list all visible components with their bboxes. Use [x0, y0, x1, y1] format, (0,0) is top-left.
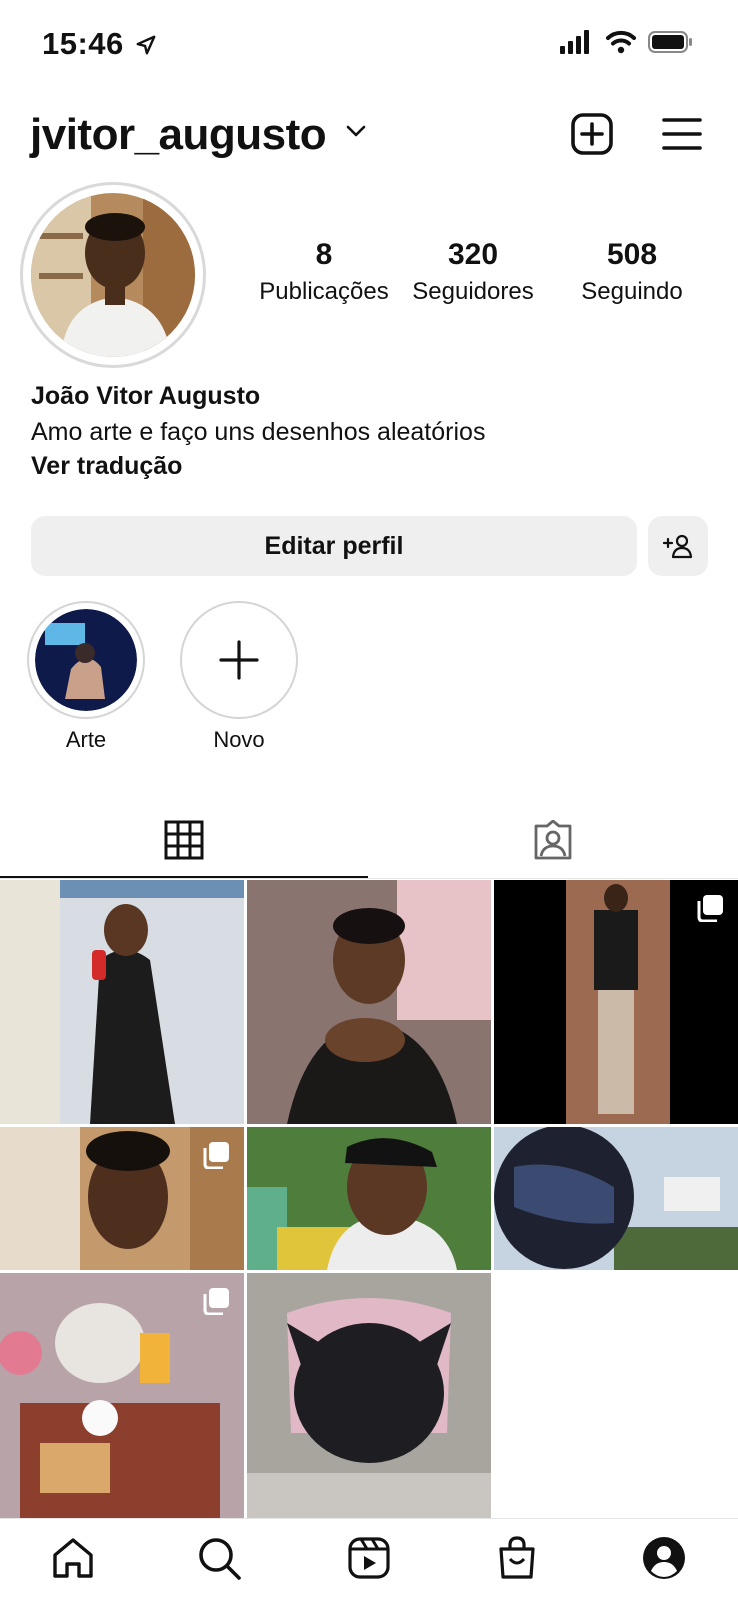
- status-icons: [560, 30, 694, 54]
- multiple-posts-icon: [203, 1142, 229, 1169]
- reels-icon: [348, 1537, 390, 1579]
- highlight-label: Novo: [213, 727, 265, 752]
- following-count: 508: [606, 238, 658, 271]
- tabs-divider: [0, 878, 738, 879]
- add-person-icon: [663, 534, 693, 559]
- following-label: Seguindo: [581, 278, 683, 305]
- bio-text: Amo arte e faço uns desenhos aleatórios: [31, 418, 486, 446]
- post-thumbnail[interactable]: [247, 880, 491, 1124]
- followers-count: 320: [447, 238, 499, 271]
- nav-shop[interactable]: [491, 1532, 543, 1584]
- plus-icon: [219, 640, 259, 680]
- stat-followers[interactable]: 320 Seguidores: [398, 238, 548, 306]
- posts-count: 8: [315, 238, 333, 271]
- signal-icon: [560, 30, 589, 54]
- nav-search[interactable]: [193, 1532, 245, 1584]
- highlight-ring: [27, 601, 145, 719]
- location-arrow-icon: [136, 35, 156, 55]
- tab-posts-grid[interactable]: [0, 800, 368, 880]
- nav-reels[interactable]: [343, 1532, 395, 1584]
- shop-icon: [499, 1536, 535, 1579]
- chevron-down-icon[interactable]: [346, 124, 366, 138]
- posts-label: Publicações: [259, 278, 389, 305]
- plus-square-icon[interactable]: [570, 112, 614, 156]
- battery-icon: [648, 31, 692, 53]
- grid-icon: [164, 820, 204, 860]
- post-thumbnail[interactable]: [494, 880, 738, 1124]
- followers-label: Seguidores: [412, 278, 534, 305]
- search-icon: [199, 1538, 241, 1580]
- highlight-arte[interactable]: Arte: [27, 601, 161, 753]
- highlight-label: Arte: [65, 727, 107, 752]
- stat-posts[interactable]: 8 Publicações: [249, 238, 399, 306]
- wifi-icon: [606, 30, 636, 54]
- nav-profile[interactable]: [638, 1532, 690, 1584]
- multiple-posts-icon: [697, 895, 723, 922]
- profile-icon: [643, 1537, 685, 1579]
- see-translation-link[interactable]: Ver tradução: [31, 452, 182, 481]
- status-time: 15:46: [42, 26, 157, 62]
- hamburger-menu-icon[interactable]: [662, 114, 702, 154]
- post-thumbnail[interactable]: [247, 1127, 491, 1270]
- avatar[interactable]: [31, 193, 195, 357]
- post-thumbnail[interactable]: [0, 1127, 244, 1270]
- post-thumbnail[interactable]: [247, 1273, 491, 1518]
- highlight-cover: [35, 609, 137, 711]
- highlight-new[interactable]: Novo: [180, 601, 314, 753]
- post-grid: [0, 880, 738, 1518]
- tab-tagged[interactable]: [368, 800, 738, 880]
- home-icon: [53, 1538, 93, 1578]
- multiple-posts-icon: [203, 1288, 229, 1315]
- tagged-person-icon: [534, 820, 572, 860]
- nav-home[interactable]: [47, 1532, 99, 1584]
- post-thumbnail[interactable]: [494, 1127, 738, 1270]
- edit-profile-button[interactable]: Editar perfil: [31, 516, 637, 576]
- discover-people-button[interactable]: [648, 516, 708, 576]
- post-thumbnail[interactable]: [0, 880, 244, 1124]
- username-title[interactable]: jvitor_augusto: [30, 110, 327, 160]
- stat-following[interactable]: 508 Seguindo: [557, 238, 707, 306]
- post-thumbnail[interactable]: [0, 1273, 244, 1518]
- full-name: João Vitor Augusto: [31, 382, 261, 410]
- new-highlight-ring: [180, 601, 298, 719]
